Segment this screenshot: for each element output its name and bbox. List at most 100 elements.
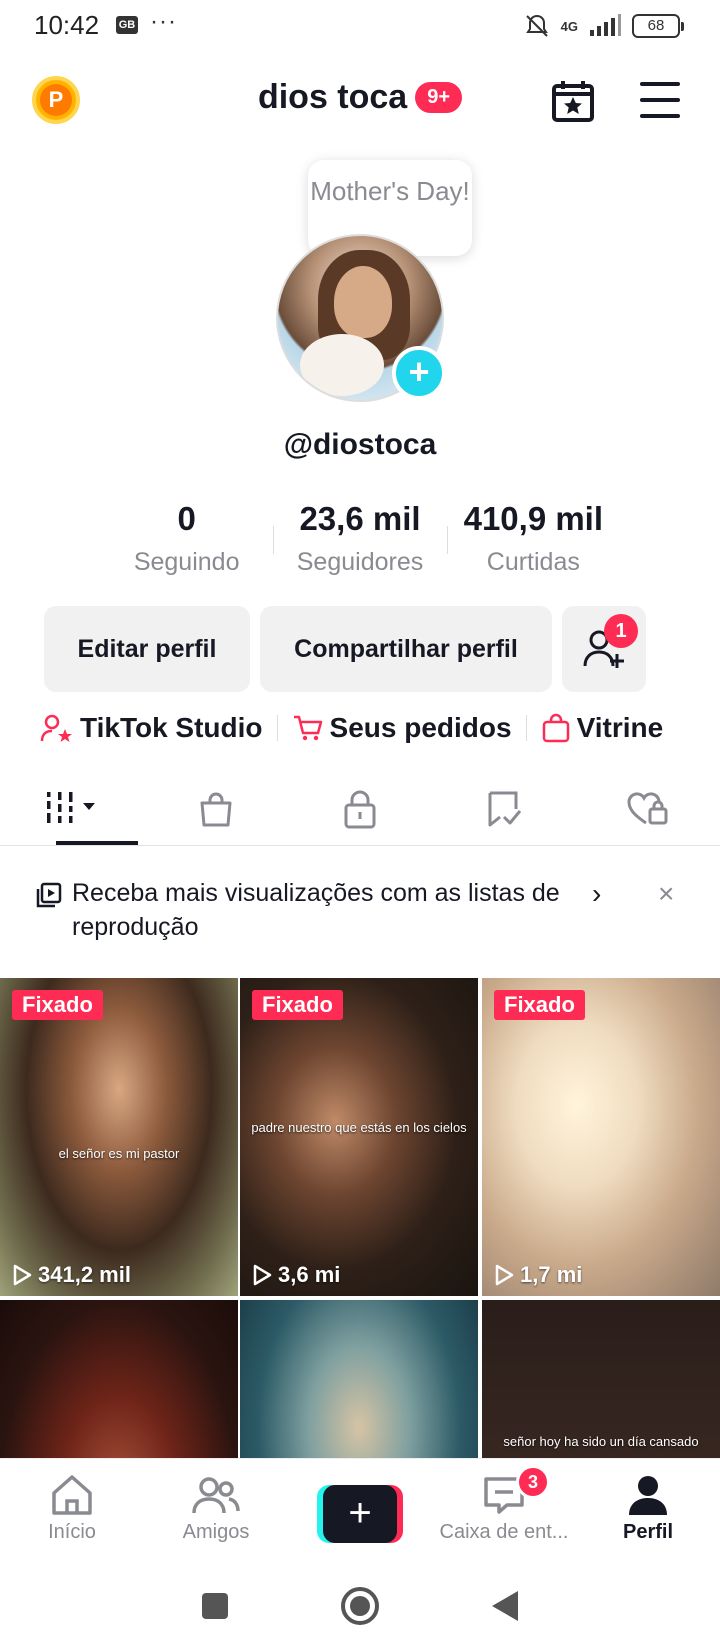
- nav-label: Início: [48, 1521, 96, 1543]
- create-button[interactable]: +: [317, 1485, 403, 1543]
- nav-label: Perfil: [622, 1521, 674, 1543]
- add-friend-badge: 1: [604, 614, 638, 648]
- profile-handle: @diostoca: [283, 428, 437, 461]
- home-icon: [52, 1475, 92, 1515]
- view-count-text: 1,7 mi: [520, 1262, 583, 1287]
- stat-following[interactable]: 0 Seguindo: [100, 500, 273, 590]
- video-tile[interactable]: señor hoy ha sido un día cansado: [482, 1300, 720, 1458]
- status-bar: 10:42 GB ··· 4G 68: [0, 0, 720, 54]
- stat-value: 0: [177, 500, 196, 537]
- video-caption: señor hoy ha sido un día cansado: [503, 1434, 699, 1449]
- add-friend-button[interactable]: 1: [562, 606, 646, 692]
- stat-label: Seguidores: [296, 548, 424, 576]
- title-text: dios toca: [257, 78, 408, 116]
- nav-label: Caixa de ent...: [439, 1521, 569, 1543]
- status-time: 10:42: [34, 10, 100, 40]
- nav-label: Amigos: [182, 1521, 250, 1543]
- add-story-button[interactable]: +: [392, 346, 446, 400]
- nav-friends[interactable]: Amigos: [144, 1459, 288, 1562]
- showcase-link[interactable]: Vitrine: [541, 712, 664, 744]
- pinned-badge: Fixado: [494, 990, 585, 1020]
- shortcut-links: TikTok Studio Seus pedidos Vitrine: [40, 708, 690, 748]
- video-tile[interactable]: Fixado el señor es mi pastor 341,2 mil: [0, 978, 238, 1296]
- plus-icon: +: [323, 1485, 397, 1543]
- video-tile[interactable]: Fixado padre nuestro que estás en los ci…: [240, 978, 478, 1296]
- profile-stats: 0 Seguindo 23,6 mil Seguidores 410,9 mil…: [100, 500, 620, 590]
- link-label: Vitrine: [576, 712, 664, 743]
- tab-videos[interactable]: [0, 772, 144, 845]
- view-count-text: 3,6 mi: [278, 1262, 341, 1287]
- play-icon: [253, 1264, 272, 1286]
- tiktok-studio-link[interactable]: TikTok Studio: [40, 712, 263, 744]
- divider: [273, 526, 275, 554]
- profile-header: P dios toca 9+: [0, 64, 720, 140]
- profile-icon: [629, 1476, 667, 1515]
- tab-private[interactable]: [288, 772, 432, 845]
- cart-icon: [293, 715, 322, 741]
- tab-liked[interactable]: [576, 772, 720, 845]
- close-icon[interactable]: ×: [658, 878, 674, 910]
- view-count: 341,2 mil: [12, 1262, 131, 1288]
- stat-value: 23,6 mil: [299, 500, 421, 537]
- network-label: 4G: [560, 18, 578, 34]
- page-title[interactable]: dios toca 9+: [0, 78, 720, 117]
- shop-bag-icon: [200, 792, 232, 826]
- back-icon[interactable]: [490, 1589, 520, 1623]
- nav-profile[interactable]: Perfil: [576, 1459, 720, 1562]
- signal-icon: [590, 14, 621, 36]
- system-nav-bar: [0, 1562, 720, 1650]
- content-tabs: [0, 772, 720, 846]
- link-label: Seus pedidos: [329, 712, 512, 743]
- video-grid: Fixado el señor es mi pastor 341,2 mil F…: [0, 978, 720, 1458]
- pinned-badge: Fixado: [12, 990, 103, 1020]
- videos-grid-icon: [47, 791, 95, 823]
- pinned-badge: Fixado: [252, 990, 343, 1020]
- notification-badge: 9+: [415, 82, 463, 113]
- video-tile[interactable]: [240, 1300, 478, 1458]
- status-icons: 4G 68: [523, 12, 684, 40]
- orders-link[interactable]: Seus pedidos: [292, 712, 512, 744]
- sim-icon: GB: [116, 16, 138, 34]
- status-more-icon: ···: [150, 8, 177, 35]
- share-profile-button[interactable]: Compartilhar perfil: [260, 606, 552, 692]
- inbox-badge: 3: [516, 1465, 550, 1499]
- nav-create[interactable]: +: [288, 1459, 432, 1562]
- lock-icon: [344, 790, 376, 828]
- stat-likes[interactable]: 410,9 mil Curtidas: [446, 500, 620, 590]
- edit-profile-button[interactable]: Editar perfil: [44, 606, 250, 692]
- play-icon: [13, 1264, 32, 1286]
- stat-followers[interactable]: 23,6 mil Seguidores: [273, 500, 446, 590]
- divider: [276, 715, 278, 741]
- video-caption: padre nuestro que estás en los cielos: [251, 1120, 467, 1135]
- nav-home[interactable]: Início: [0, 1459, 144, 1562]
- video-caption: el señor es mi pastor: [58, 1146, 180, 1161]
- calendar-star-icon[interactable]: [550, 78, 596, 124]
- view-count-text: 341,2 mil: [38, 1262, 131, 1287]
- stat-label: Seguindo: [133, 548, 240, 576]
- tagged-icon: [488, 791, 522, 826]
- nav-inbox[interactable]: 3 Caixa de ent...: [432, 1459, 576, 1562]
- person-star-icon: [40, 714, 72, 742]
- view-count: 3,6 mi: [252, 1262, 340, 1288]
- tab-tagged[interactable]: [432, 772, 576, 845]
- play-icon: [495, 1264, 514, 1286]
- profile-actions: Editar perfil Compartilhar perfil 1: [44, 606, 678, 692]
- view-count: 1,7 mi: [494, 1262, 582, 1288]
- playlist-promo-banner[interactable]: Receba mais visualizações com as listas …: [32, 876, 692, 956]
- tab-shop[interactable]: [144, 772, 288, 845]
- stat-value: 410,9 mil: [463, 500, 604, 537]
- link-label: TikTok Studio: [80, 712, 263, 743]
- recent-apps-icon[interactable]: [200, 1591, 230, 1621]
- home-circle-icon[interactable]: [340, 1586, 380, 1626]
- video-tile[interactable]: [0, 1300, 238, 1458]
- bag-icon: [542, 713, 569, 743]
- video-tile[interactable]: Fixado 1,7 mi: [482, 978, 720, 1296]
- divider: [525, 715, 527, 741]
- promo-text: Receba mais visualizações com as listas …: [72, 879, 560, 941]
- battery-icon: 68: [632, 14, 684, 38]
- chevron-right-icon[interactable]: ›: [592, 878, 601, 910]
- menu-icon[interactable]: [640, 82, 680, 118]
- active-tab-indicator: [56, 841, 138, 845]
- playlist-icon: [36, 882, 62, 908]
- divider: [446, 526, 448, 554]
